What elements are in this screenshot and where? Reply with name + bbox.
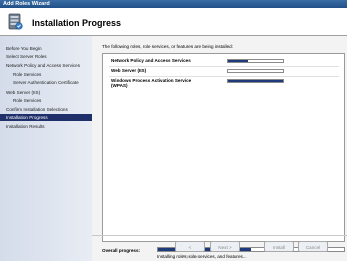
wizard-steps-sidebar: Before You Begin Select Server Roles Netwo…: [0, 36, 92, 261]
sidebar-step-item[interactable]: Role Services: [0, 71, 92, 78]
cancel-button[interactable]: Cancel: [298, 241, 328, 252]
intro-text: The following roles, role services, or f…: [102, 44, 233, 49]
role-divider: [109, 66, 339, 67]
role-divider: [109, 76, 339, 77]
sidebar-step-item[interactable]: Network Policy and Access Services: [0, 62, 92, 69]
role-name: Windows Process Activation Service (WPAS…: [111, 78, 192, 88]
role-name: Web Server (IIS): [111, 68, 147, 73]
sidebar-step-item[interactable]: Select Server Roles: [0, 53, 92, 60]
role-progress-bar: [227, 79, 284, 83]
window-title: Add Roles Wizard: [3, 1, 50, 7]
role-progress-fill: [228, 60, 248, 62]
footer-divider: [92, 235, 347, 236]
page-title: Installation Progress: [32, 18, 122, 28]
role-name: Network Policy and Access Services: [111, 58, 191, 63]
role-progress-fill: [228, 80, 283, 82]
previous-button[interactable]: < Previous: [175, 241, 205, 259]
status-text: Installing roles, role services, and fea…: [157, 254, 247, 259]
install-button[interactable]: Install: [264, 241, 294, 252]
sidebar-step-item[interactable]: Installation Progress: [0, 114, 92, 121]
next-button[interactable]: Next >: [210, 241, 240, 252]
sidebar-step-item[interactable]: Before You Begin: [0, 45, 92, 52]
window-title-bar: Add Roles Wizard: [0, 0, 347, 8]
sidebar-step-item[interactable]: Installation Results: [0, 123, 92, 130]
role-progress-bar: [227, 59, 284, 63]
wizard-header: Installation Progress: [0, 8, 347, 36]
sidebar-step-item[interactable]: Confirm Installation Selections: [0, 106, 92, 113]
overall-progress-label: Overall progress:: [102, 248, 141, 253]
sidebar-step-item[interactable]: Server Authentication Certificate: [0, 79, 92, 86]
roles-list: Network Policy and Access Services Web Se…: [102, 53, 345, 242]
server-roles-icon: [8, 13, 23, 30]
sidebar-step-item[interactable]: Role Services: [0, 97, 92, 104]
sidebar-step-item[interactable]: Web Server (IIS): [0, 89, 92, 96]
main-content: The following roles, role services, or f…: [92, 36, 347, 261]
role-progress-bar: [227, 69, 284, 73]
